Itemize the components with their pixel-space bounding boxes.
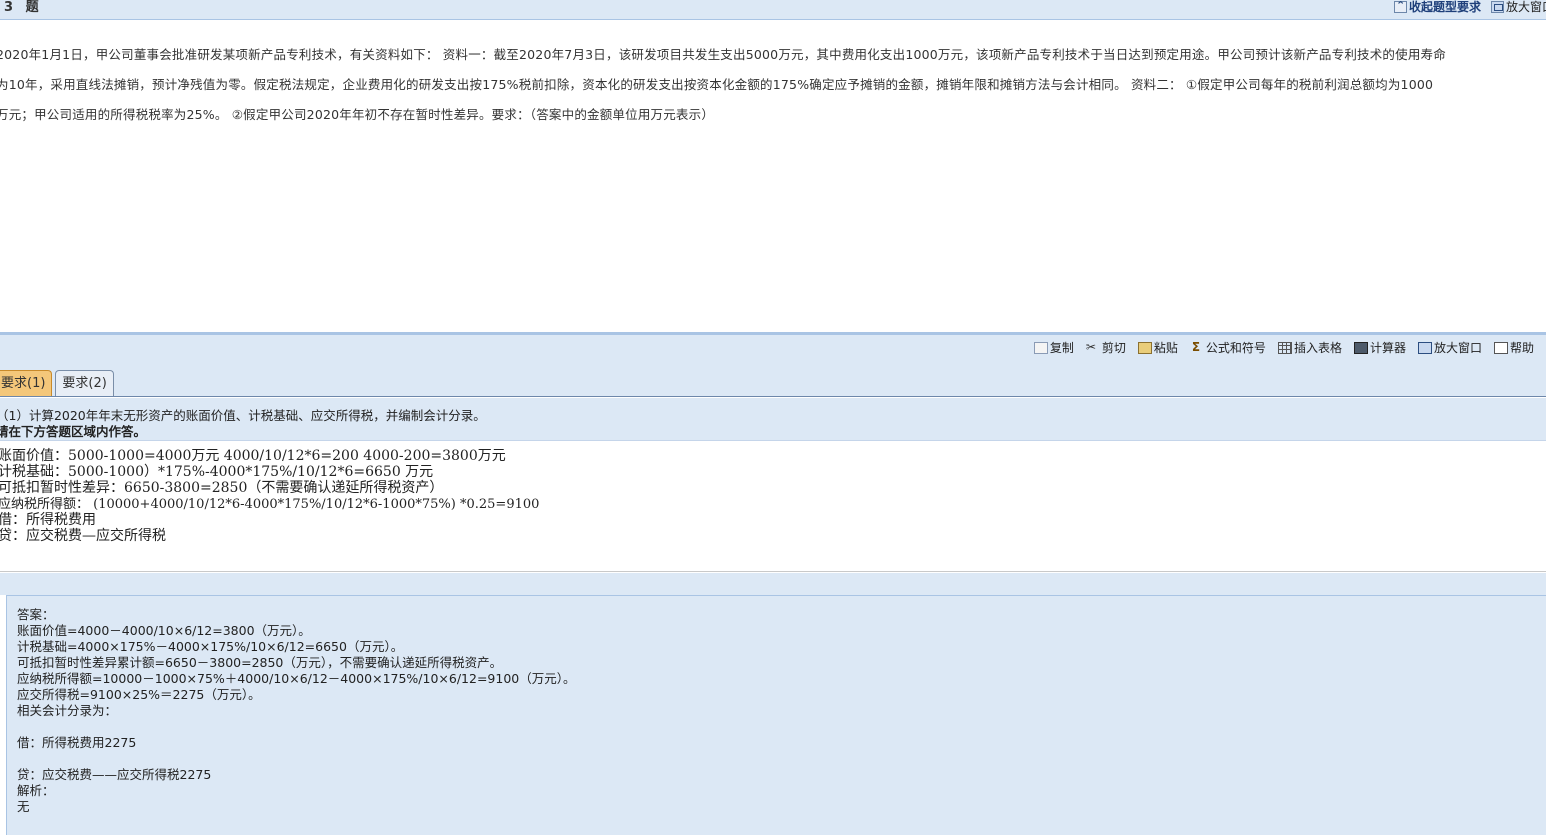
answer-line: 可抵扣暂时性差异：6650-3800=2850（不需要确认递延所得税资产）	[0, 480, 444, 496]
solution-line: 账面价值=4000－4000/10×6/12=3800（万元）。	[17, 623, 311, 638]
editor-toolbar: 复制 剪切 粘贴 公式和符号 插入表格 计算器 放大窗口 帮助	[0, 335, 1546, 397]
question-line-2: 为10年，采用直线法摊销，预计净残值为零。假定税法规定，企业费用化的研发支出按1…	[0, 77, 1434, 92]
copy-button[interactable]: 复制	[1033, 341, 1074, 355]
answer-line: 计税基础：5000-1000）*175%-4000*175%/10/12*6=6…	[0, 464, 434, 480]
maximize-label: 放大窗口	[1505, 0, 1546, 14]
requirement-text: （1）计算2020年年末无形资产的账面价值、计税基础、应交所得税，并编制会计分录…	[0, 408, 486, 423]
calculator-icon	[1353, 342, 1368, 354]
question-line-3: 万元；甲公司适用的所得税税率为25%。 ②假定甲公司2020年年初不存在暂时性差…	[0, 107, 715, 122]
answer-instruction: 请在下方答题区域内作答。	[0, 424, 147, 439]
question-line-1: 2020年1月1日，甲公司董事会批准研发某项新产品专利技术，有关资料如下： 资料…	[0, 47, 1446, 62]
paste-label: 粘贴	[1153, 341, 1178, 355]
header-actions: 收起题型要求 放大窗口	[1384, 0, 1546, 14]
reference-solution: 答案： 账面价值=4000－4000/10×6/12=3800（万元）。 计税基…	[6, 595, 1546, 835]
help-button[interactable]: 帮助	[1493, 341, 1534, 355]
answer-editor[interactable]: 账面价值：5000-1000=4000万元 4000/10/12*6=200 4…	[0, 442, 1546, 572]
calculator-button[interactable]: 计算器	[1353, 341, 1406, 355]
solution-line: 借：所得税费用2275	[17, 735, 137, 750]
help-icon	[1493, 342, 1508, 354]
formula-button[interactable]: 公式和符号	[1190, 340, 1266, 355]
paste-button[interactable]: 粘贴	[1137, 341, 1178, 355]
cut-label: 剪切	[1101, 341, 1126, 355]
maximize-window-button[interactable]: 放大窗口	[1490, 0, 1546, 14]
cut-button[interactable]: 剪切	[1086, 340, 1126, 355]
question-text: 2020年1月1日，甲公司董事会批准研发某项新产品专利技术，有关资料如下： 资料…	[0, 40, 1546, 130]
insert-table-button[interactable]: 插入表格	[1277, 341, 1342, 355]
question-header: 3 题 收起题型要求 放大窗口	[0, 0, 1546, 20]
solution-line: 贷：应交税费——应交所得税2275	[17, 767, 212, 782]
copy-label: 复制	[1049, 341, 1074, 355]
answer-line: 贷：应交税费—应交所得税	[0, 528, 166, 544]
scissors-icon	[1086, 340, 1100, 354]
solution-line: 可抵扣暂时性差异累计额=6650－3800=2850（万元），不需要确认递延所得…	[17, 655, 503, 670]
calculator-label: 计算器	[1369, 341, 1406, 355]
solution-line: 应纳税所得额=10000－1000×75%＋4000/10×6/12－4000×…	[17, 671, 576, 686]
tab-requirement-1[interactable]: 要求(1)	[0, 370, 53, 397]
paste-icon	[1137, 342, 1152, 354]
answer-line: 账面价值：5000-1000=4000万元 4000/10/12*6=200 4…	[0, 448, 506, 464]
editor-maximize-label: 放大窗口	[1433, 341, 1482, 355]
tab-underline	[0, 396, 1546, 397]
copy-icon	[1033, 342, 1048, 354]
solution-line: 无	[17, 799, 30, 814]
collapse-requirements-button[interactable]: 收起题型要求	[1393, 0, 1481, 14]
collapse-up-icon	[1393, 0, 1407, 13]
question-title: 3 题	[4, 0, 43, 15]
formula-label: 公式和符号	[1205, 341, 1266, 355]
sigma-icon	[1190, 340, 1204, 354]
solution-line: 答案：	[17, 607, 55, 622]
window-icon	[1417, 342, 1432, 354]
solution-line: 解析：	[17, 783, 55, 798]
section-gap	[0, 573, 1546, 595]
requirement-tabs: 要求(1) 要求(2)	[0, 370, 117, 397]
answer-line: 应纳税所得额： (10000+4000/10/12*6-4000*175%/10…	[0, 497, 540, 512]
table-icon	[1277, 342, 1292, 354]
window-icon	[1490, 1, 1504, 13]
tab-requirement-2[interactable]: 要求(2)	[55, 370, 114, 397]
collapse-label: 收起题型要求	[1408, 0, 1481, 14]
answer-line: 借：所得税费用	[0, 512, 96, 528]
help-label: 帮助	[1509, 341, 1534, 355]
insert-table-label: 插入表格	[1293, 341, 1342, 355]
solution-line: 应交所得税=9100×25%＝2275（万元）。	[17, 687, 261, 702]
editor-maximize-button[interactable]: 放大窗口	[1417, 341, 1482, 355]
solution-line: 相关会计分录为：	[17, 703, 118, 718]
requirement-prompt: （1）计算2020年年末无形资产的账面价值、计税基础、应交所得税，并编制会计分录…	[0, 398, 1546, 441]
solution-line: 计税基础=4000×175%－4000×175%/10×6/12=6650（万元…	[17, 639, 404, 654]
